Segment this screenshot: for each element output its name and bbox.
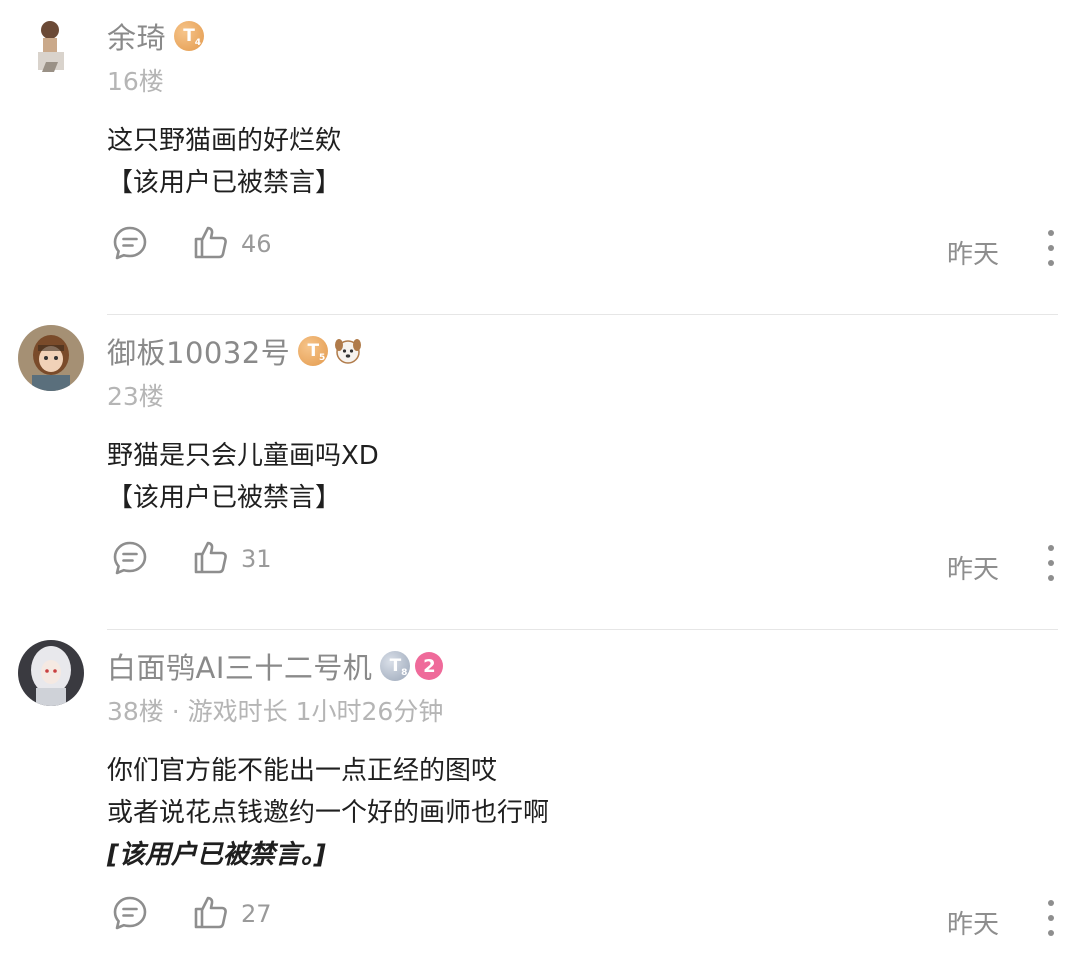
username[interactable]: 余琦 — [107, 15, 166, 57]
reply-icon[interactable] — [111, 894, 149, 932]
avatar[interactable] — [18, 640, 84, 706]
comment-body: 你们官方能不能出一点正经的图哎 或者说花点钱邀约一个好的画师也行啊 [该用户已被… — [107, 750, 549, 876]
more-options-icon[interactable] — [1041, 543, 1061, 583]
reply-icon[interactable] — [111, 224, 149, 262]
comment-item: 余琦 T4 16楼 这只野猫画的好烂欸 【该用户已被禁言】 46 昨天 — [0, 0, 1080, 315]
reply-icon[interactable] — [111, 539, 149, 577]
comment-item: 御板10032号 T5 23楼 野猫是只会儿童画吗XD 【该用户已被禁言】 31… — [0, 315, 1080, 630]
user-level-badge: T4 — [174, 21, 205, 51]
like-button[interactable]: 46 — [193, 224, 272, 264]
comment-body: 野猫是只会儿童画吗XD 【该用户已被禁言】 — [107, 435, 379, 519]
like-count: 31 — [241, 545, 272, 573]
thumbs-up-icon — [193, 894, 229, 934]
comment-line-banned: [该用户已被禁言。] — [107, 840, 326, 870]
like-button[interactable]: 31 — [193, 539, 272, 579]
comment-item: 白面鸮AI三十二号机 T8 2 38楼 · 游戏时长 1小时26分钟 你们官方能… — [0, 630, 1080, 954]
comment-line: 【该用户已被禁言】 — [107, 483, 342, 513]
timestamp: 昨天 — [947, 240, 1000, 270]
avatar[interactable] — [18, 10, 84, 76]
number-badge: 2 — [415, 652, 444, 680]
timestamp: 昨天 — [947, 910, 1000, 940]
like-count: 27 — [241, 900, 272, 928]
more-options-icon[interactable] — [1041, 898, 1061, 938]
comment-line: 野猫是只会儿童画吗XD — [107, 441, 379, 471]
timestamp: 昨天 — [947, 555, 1000, 585]
comment-body: 这只野猫画的好烂欸 【该用户已被禁言】 — [107, 120, 341, 204]
comment-line: 这只野猫画的好烂欸 — [107, 126, 342, 156]
like-button[interactable]: 27 — [193, 894, 272, 934]
comment-line: 或者说花点钱邀约一个好的画师也行啊 — [107, 798, 550, 828]
username[interactable]: 御板10032号 — [107, 330, 290, 372]
floor-meta: 16楼 — [107, 67, 164, 96]
user-level-badge: T8 — [380, 651, 411, 681]
avatar[interactable] — [18, 325, 84, 391]
comment-line: 你们官方能不能出一点正经的图哎 — [107, 756, 498, 786]
floor-meta: 38楼 · 游戏时长 1小时26分钟 — [107, 697, 444, 726]
thumbs-up-icon — [193, 539, 229, 579]
thumbs-up-icon — [193, 224, 229, 264]
floor-meta: 23楼 — [107, 382, 164, 411]
like-count: 46 — [241, 230, 272, 258]
username[interactable]: 白面鸮AI三十二号机 — [107, 645, 372, 687]
user-level-badge: T5 — [298, 336, 329, 366]
dog-face-icon — [332, 335, 364, 367]
comment-line: 【该用户已被禁言】 — [107, 168, 342, 198]
more-options-icon[interactable] — [1041, 228, 1061, 268]
